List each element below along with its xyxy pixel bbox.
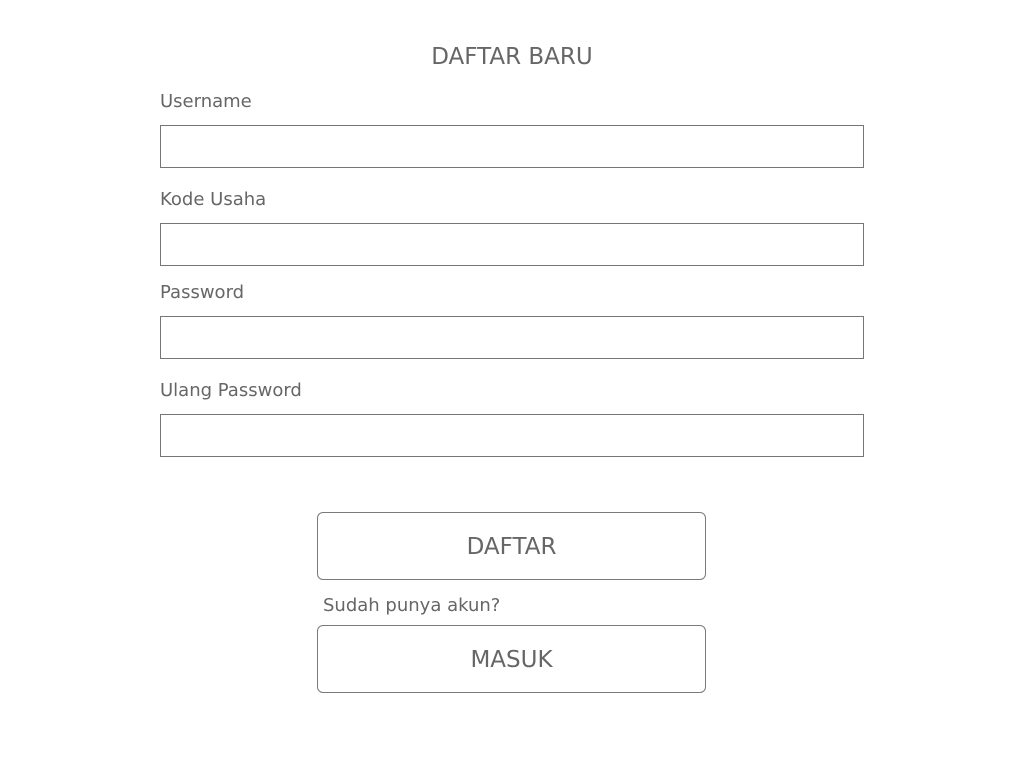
repeat-password-input[interactable] [160,414,864,457]
business-code-input[interactable] [160,223,864,266]
username-label: Username [160,91,252,112]
repeat-password-label: Ulang Password [160,380,302,401]
login-button[interactable]: MASUK [317,625,706,693]
page-title: DAFTAR BARU [431,44,593,70]
password-label: Password [160,282,245,303]
login-prompt: Sudah punya akun? [323,595,501,616]
username-input[interactable] [160,125,864,168]
password-input[interactable] [160,316,864,359]
business-code-label: Kode Usaha [160,189,267,210]
register-button[interactable]: DAFTAR [317,512,706,580]
